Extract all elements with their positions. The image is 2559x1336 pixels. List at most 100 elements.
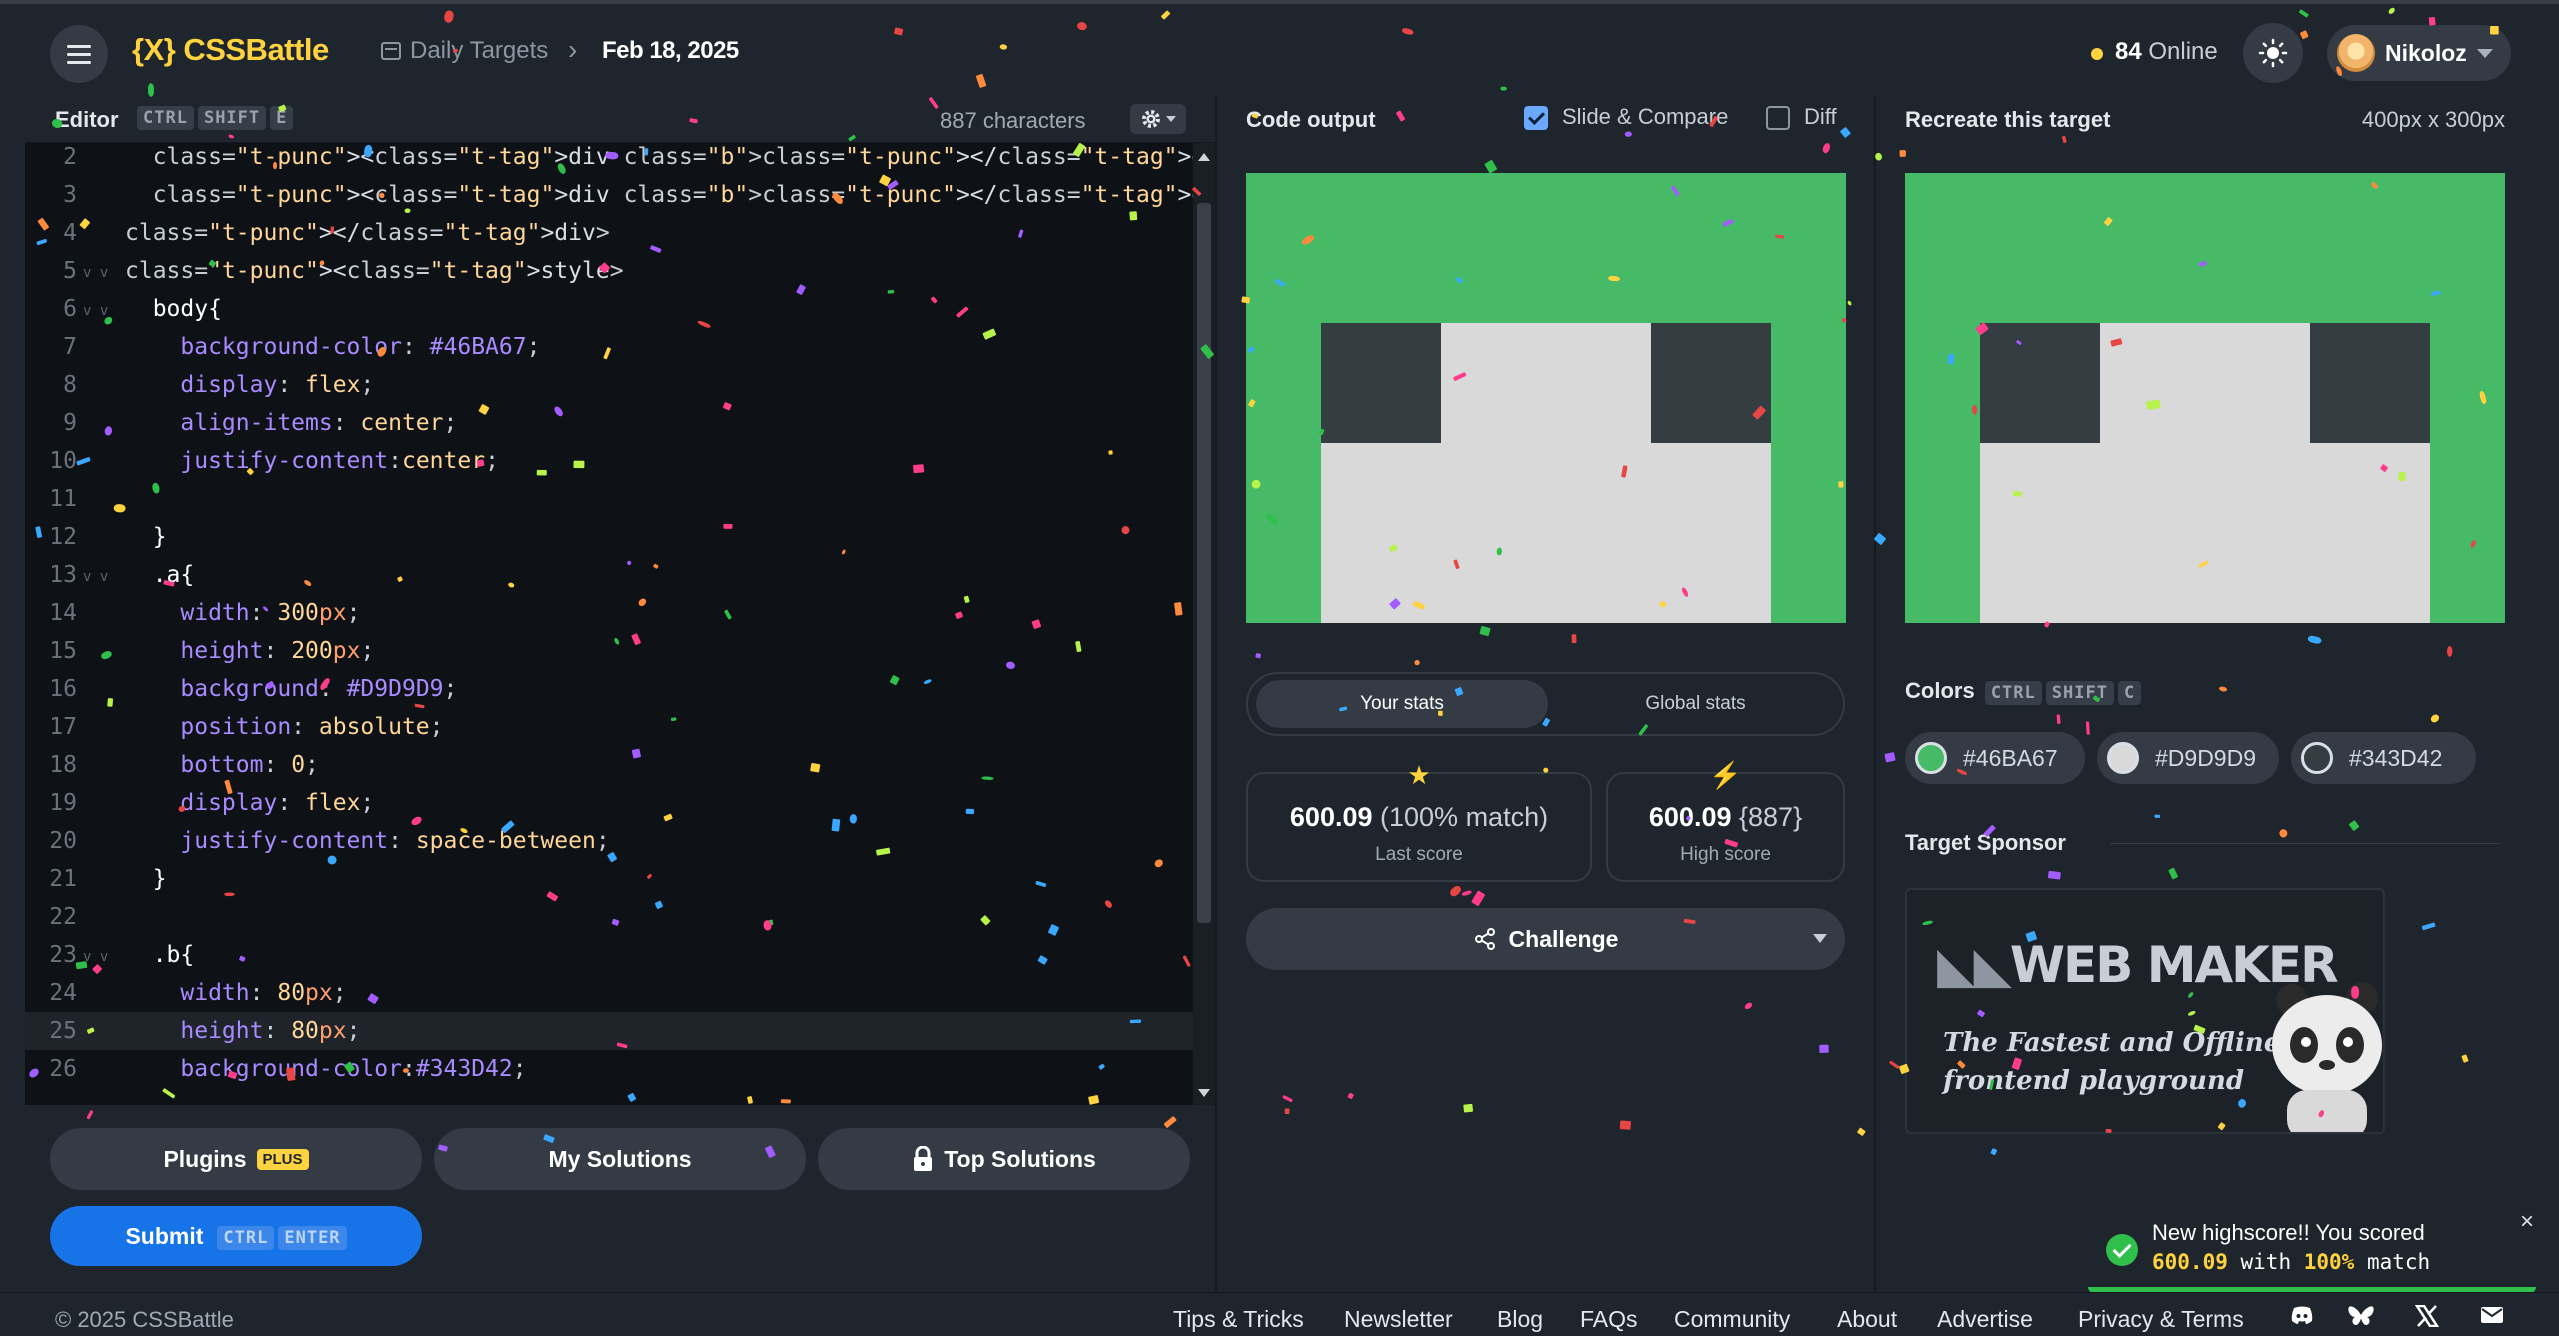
sponsor-ad[interactable]: ◣◣WEB MAKER The Fastest and Offline front…: [1905, 888, 2385, 1134]
confetti-piece: [1414, 660, 1420, 666]
confetti-piece: [86, 1110, 94, 1120]
top-solutions-button[interactable]: Top Solutions: [818, 1128, 1190, 1190]
scroll-down-icon[interactable]: [1198, 1089, 1210, 1097]
code-line[interactable]: 21 }: [25, 860, 1193, 898]
chevron-down-icon[interactable]: [1813, 934, 1827, 943]
bluesky-icon[interactable]: [2347, 1305, 2375, 1327]
color-swatch[interactable]: #D9D9D9: [2097, 732, 2279, 784]
code-line[interactable]: 12 }: [25, 518, 1193, 556]
editor-shortcut: CTRL SHIFT E: [133, 106, 294, 130]
submit-button[interactable]: Submit CTRL ENTER: [50, 1206, 422, 1266]
target-preview[interactable]: [1905, 173, 2505, 623]
code-line[interactable]: 11: [25, 480, 1193, 518]
confetti-piece: [1857, 1127, 1866, 1136]
code-line[interactable]: 2 class="t-punc"><class="t-tag">div clas…: [25, 143, 1215, 176]
footer-link-tips[interactable]: Tips & Tricks: [1173, 1306, 1304, 1333]
line-number: 3: [63, 182, 77, 208]
tab-your-stats[interactable]: Your stats: [1256, 680, 1548, 728]
user-menu-button[interactable]: Nikoloz: [2327, 25, 2511, 81]
code-line[interactable]: 20 justify-content: space-between;: [25, 822, 1193, 860]
code-line[interactable]: 7 background-color: #46BA67;: [25, 328, 1193, 366]
code-line[interactable]: 22: [25, 898, 1193, 936]
code-line[interactable]: 13 v v .a{: [25, 556, 1193, 594]
editor-settings-button[interactable]: [1130, 104, 1186, 134]
footer-link-community[interactable]: Community: [1674, 1306, 1790, 1333]
confetti-piece: [2219, 686, 2228, 692]
stats-tabs: Your stats Global stats: [1246, 672, 1845, 736]
discord-icon[interactable]: [2290, 1305, 2314, 1325]
my-solutions-button[interactable]: My Solutions: [434, 1128, 806, 1190]
kbd-key: ENTER: [278, 1226, 347, 1250]
menu-button[interactable]: [50, 25, 108, 83]
character-count: 887 characters: [940, 108, 1086, 133]
diff-toggle[interactable]: Diff: [1766, 104, 1837, 131]
code-text: }: [125, 524, 167, 550]
editor-title: Editor: [55, 107, 119, 132]
code-line[interactable]: 10 justify-content:center;: [25, 442, 1193, 480]
close-icon[interactable]: ×: [2520, 1208, 2534, 1236]
target-size: 400px x 300px: [2361, 107, 2505, 132]
code-line[interactable]: 24 width: 80px;: [25, 974, 1193, 1012]
code-text: position: absolute;: [180, 714, 444, 740]
x-twitter-icon[interactable]: [2415, 1305, 2439, 1327]
scroll-up-icon[interactable]: [1198, 153, 1210, 161]
fold-toggle-icon[interactable]: v v: [83, 558, 108, 596]
slide-compare-checkbox[interactable]: [1524, 106, 1548, 131]
code-line[interactable]: 26 background-color:#343D42;: [25, 1050, 1193, 1088]
slide-compare-toggle[interactable]: Slide & Compare: [1524, 104, 1729, 131]
code-line[interactable]: 5v v class="t-punc"><class="t-tag">style>: [25, 252, 1193, 290]
footer-link-privacy[interactable]: Privacy & Terms: [2078, 1306, 2244, 1333]
logo-mark: {X}: [132, 32, 176, 67]
breadcrumb-date: Feb 18, 2025: [602, 37, 739, 64]
code-line[interactable]: 25 height: 80px;: [25, 1012, 1193, 1050]
target-shape-b: [2310, 323, 2430, 443]
code-text: }: [125, 866, 167, 892]
footer-link-about[interactable]: About: [1837, 1306, 1897, 1333]
code-line[interactable]: 9 align-items: center;: [25, 404, 1193, 442]
code-line[interactable]: 15 height: 200px;: [25, 632, 1193, 670]
kbd-key: CTRL: [1984, 681, 2042, 705]
code-line[interactable]: 16 background: #D9D9D9;: [25, 670, 1193, 708]
toast-match: 100%: [2303, 1250, 2355, 1274]
plugins-button[interactable]: Plugins PLUS: [50, 1128, 422, 1190]
scrollbar-thumb[interactable]: [1197, 203, 1211, 923]
breadcrumb-daily-targets[interactable]: Daily Targets: [410, 37, 548, 65]
code-line[interactable]: 4 class="t-punc"></class="t-tag">div>: [25, 214, 1193, 252]
code-line[interactable]: 14 width: 300px;: [25, 594, 1193, 632]
color-swatch[interactable]: #46BA67: [1905, 732, 2085, 784]
footer-link-newsletter[interactable]: Newsletter: [1344, 1306, 1453, 1333]
fold-toggle-icon[interactable]: v v: [83, 292, 108, 330]
code-text: width: 300px;: [180, 600, 361, 626]
code-line[interactable]: 8 display: flex;: [25, 366, 1193, 404]
code-text: .b{: [125, 942, 195, 968]
logo[interactable]: {X} CSSBattle: [132, 32, 329, 68]
code-line[interactable]: 23 v v .b{: [25, 936, 1193, 974]
editor-scrollbar[interactable]: [1193, 143, 1215, 1105]
line-number: 4: [63, 220, 77, 246]
diff-checkbox[interactable]: [1766, 106, 1790, 131]
code-line[interactable]: 6v v body{: [25, 290, 1193, 328]
code-line[interactable]: 19 display: flex;: [25, 784, 1193, 822]
high-score-label: High score: [1680, 844, 1771, 865]
theme-toggle-button[interactable]: [2243, 23, 2303, 83]
footer-link-advertise[interactable]: Advertise: [1937, 1306, 2033, 1333]
code-editor[interactable]: 2 class="t-punc"><class="t-tag">div clas…: [25, 143, 1215, 1105]
divider: [2110, 843, 2500, 844]
line-number: 21: [49, 866, 77, 892]
code-line[interactable]: 17 position: absolute;: [25, 708, 1193, 746]
tab-global-stats[interactable]: Global stats: [1553, 680, 1838, 728]
footer-link-blog[interactable]: Blog: [1497, 1306, 1543, 1333]
my-solutions-label: My Solutions: [548, 1145, 692, 1172]
code-output-preview[interactable]: [1246, 173, 1846, 623]
code-line[interactable]: 3 class="t-punc"><class="t-tag">div clas…: [25, 176, 1215, 214]
color-swatch[interactable]: #343D42: [2291, 732, 2476, 784]
fold-toggle-icon[interactable]: v v: [83, 254, 108, 292]
code-line[interactable]: 18 bottom: 0;: [25, 746, 1193, 784]
challenge-button[interactable]: Challenge: [1246, 908, 1845, 970]
line-number: 26: [49, 1056, 77, 1082]
fold-toggle-icon[interactable]: v v: [83, 938, 108, 976]
line-number: 8: [63, 372, 77, 398]
footer-link-faqs[interactable]: FAQs: [1580, 1306, 1638, 1333]
slide-compare-label: Slide & Compare: [1562, 104, 1729, 129]
mail-icon[interactable]: [2480, 1305, 2504, 1325]
